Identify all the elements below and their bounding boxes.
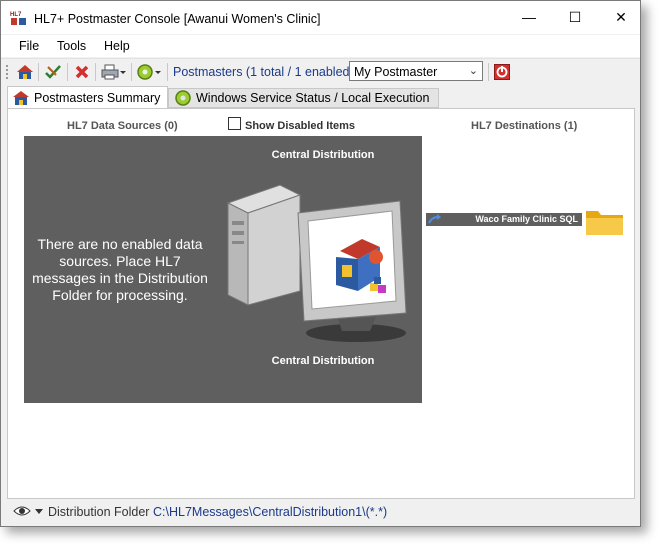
show-disabled-label[interactable]: Show Disabled Items	[245, 120, 355, 132]
tab-bar: Postmasters Summary Windows Service Stat…	[7, 86, 635, 109]
title-bar: HL7 HL7+ Postmaster Console [Awanui Wome…	[1, 1, 640, 34]
svg-text:HL7: HL7	[10, 12, 22, 18]
central-distribution-computer-icon	[226, 184, 407, 342]
distribution-folder-label: Distribution Folder	[48, 505, 150, 519]
status-bar: Distribution Folder C:\HL7Messages\Centr…	[7, 500, 635, 522]
hl7-app-icon: HL7	[10, 12, 26, 25]
minimize-button[interactable]: —	[506, 1, 552, 33]
central-distribution-panel: There are no enabled data sources. Place…	[24, 136, 422, 403]
postmaster-select[interactable]: My Postmaster ⌄	[349, 61, 483, 81]
menu-file[interactable]: File	[19, 39, 39, 53]
tab-windows-service-status[interactable]: Windows Service Status / Local Execution	[168, 88, 439, 108]
toolbar-separator	[67, 63, 68, 81]
toolbar-separator	[131, 63, 132, 81]
toolbar-separator	[38, 63, 39, 81]
destinations-header: HL7 Destinations (1)	[471, 120, 578, 132]
power-icon[interactable]	[494, 63, 510, 81]
summary-panel: HL7 Data Sources (0) Show Disabled Items…	[7, 108, 635, 499]
minimize-icon: —	[522, 9, 536, 25]
menu-help[interactable]: Help	[104, 39, 130, 53]
tab-label: Windows Service Status / Local Execution	[196, 91, 430, 105]
delete-icon[interactable]	[74, 63, 90, 81]
toolbar: Postmasters (1 total / 1 enabled) My Pos…	[1, 58, 640, 85]
close-icon: ✕	[615, 8, 627, 25]
empty-sources-message: There are no enabled data sources. Place…	[32, 236, 208, 303]
show-disabled-checkbox[interactable]	[228, 117, 241, 130]
tab-label: Postmasters Summary	[34, 91, 161, 105]
home-icon	[13, 91, 29, 105]
home-icon[interactable]	[16, 63, 34, 81]
postmaster-select-value: My Postmaster	[354, 65, 438, 79]
postmasters-count-label: Postmasters (1 total / 1 enabled)	[173, 65, 354, 79]
app-window: HL7 HL7+ Postmaster Console [Awanui Wome…	[0, 0, 641, 527]
menu-tools[interactable]: Tools	[57, 39, 86, 53]
toolbar-grip-icon	[5, 63, 9, 81]
data-sources-header: HL7 Data Sources (0)	[67, 120, 178, 132]
window-title: HL7+ Postmaster Console [Awanui Women's …	[34, 12, 321, 26]
central-distribution-label-bottom: Central Distribution	[271, 355, 375, 367]
toolbar-separator	[488, 63, 489, 81]
send-arrow-icon	[428, 214, 441, 224]
close-button[interactable]: ✕	[598, 1, 644, 33]
print-icon[interactable]	[101, 63, 127, 81]
distribution-folder-path[interactable]: C:\HL7Messages\CentralDistribution1\(*.*…	[153, 505, 387, 519]
eye-icon[interactable]	[13, 505, 31, 517]
maximize-icon: ☐	[568, 8, 582, 25]
gear-icon	[175, 90, 191, 106]
destination-name: Waco Family Clinic SQL	[475, 214, 578, 224]
chevron-down-icon: ⌄	[468, 65, 478, 77]
folder-icon[interactable]	[585, 206, 625, 236]
toolbar-separator	[167, 63, 168, 81]
toolbar-separator	[95, 63, 96, 81]
settings-gear-icon[interactable]	[137, 63, 163, 81]
menu-bar: File Tools Help	[1, 35, 640, 57]
dropdown-arrow-icon[interactable]	[35, 509, 43, 514]
maximize-button[interactable]: ☐	[552, 1, 598, 33]
central-distribution-label-top: Central Distribution	[271, 149, 375, 161]
edit-check-icon[interactable]	[44, 63, 62, 81]
tab-postmasters-summary[interactable]: Postmasters Summary	[7, 86, 168, 109]
destination-row[interactable]: Waco Family Clinic SQL	[426, 213, 582, 226]
